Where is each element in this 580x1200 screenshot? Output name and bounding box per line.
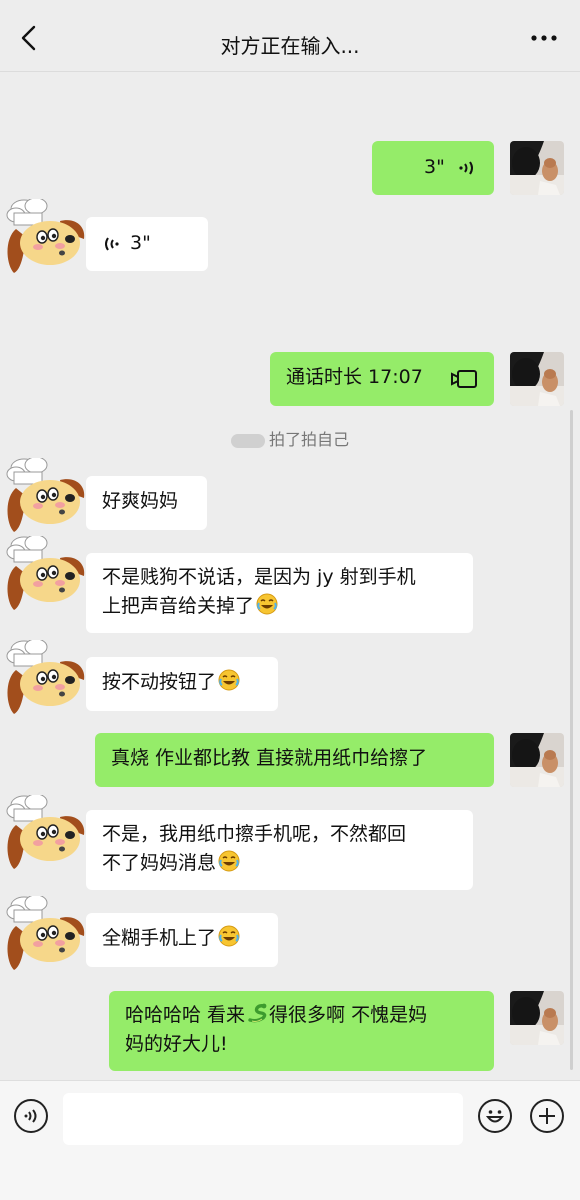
text-message-bubble[interactable]: 真烧 作业都比教 直接就用纸巾给擦了 xyxy=(95,733,494,787)
text-message-bubble[interactable]: 全糊手机上了 xyxy=(86,913,278,967)
system-message: 拍了拍自己 xyxy=(0,426,580,450)
contact-avatar[interactable] xyxy=(2,896,88,982)
self-avatar[interactable] xyxy=(510,141,564,195)
self-avatar[interactable] xyxy=(510,991,564,1045)
voice-duration: 3" xyxy=(130,232,151,254)
contact-avatar[interactable] xyxy=(2,795,88,881)
plus-icon[interactable] xyxy=(530,1099,564,1133)
message-text-line: 哈哈哈哈 看来 xyxy=(125,1004,246,1026)
voice-input-icon[interactable] xyxy=(14,1099,48,1133)
message-text-line: 不是贱狗不说话，是因为 jy 射到手机 xyxy=(102,566,416,588)
voice-wave-icon xyxy=(459,161,473,175)
message-text: 全糊手机上了 xyxy=(102,927,217,949)
message-text: 好爽妈妈 xyxy=(102,490,179,512)
video-call-icon xyxy=(451,370,477,388)
input-toolbar xyxy=(0,1080,580,1200)
text-message-bubble[interactable]: 不是贱狗不说话，是因为 jy 射到手机 上把声音给关掉了 xyxy=(86,553,473,633)
chat-title: 对方正在输入... xyxy=(220,34,360,58)
contact-avatar[interactable] xyxy=(2,199,88,285)
contact-avatar[interactable] xyxy=(2,640,88,726)
text-message-bubble[interactable]: 按不动按钮了 xyxy=(86,657,278,711)
message-text-line: 上把声音给关掉了 xyxy=(102,595,255,617)
laughing-emoji-icon xyxy=(218,850,240,872)
text-message-bubble[interactable]: 不是，我用纸巾擦手机呢，不然都回 不了妈妈消息 xyxy=(86,810,473,890)
voice-wave-icon xyxy=(105,237,119,251)
message-input[interactable] xyxy=(63,1093,463,1145)
scrollbar[interactable] xyxy=(570,410,573,1070)
laughing-emoji-icon xyxy=(218,925,240,947)
self-avatar[interactable] xyxy=(510,352,564,406)
message-text-line: 得很多啊 不愧是妈 xyxy=(269,1004,428,1026)
message-text: 按不动按钮了 xyxy=(102,671,217,693)
smile-icon[interactable] xyxy=(478,1099,512,1133)
message-text: 真烧 作业都比教 直接就用纸巾给擦了 xyxy=(111,747,428,769)
laughing-emoji-icon xyxy=(218,669,240,691)
text-message-bubble[interactable]: 哈哈哈哈 看来 得很多啊 不愧是妈 妈的好大儿! xyxy=(109,991,494,1071)
more-icon[interactable] xyxy=(530,28,558,48)
message-text-line: 不是，我用纸巾擦手机呢，不然都回 xyxy=(102,823,407,845)
snake-emoji-icon xyxy=(248,1003,267,1023)
contact-avatar[interactable] xyxy=(2,536,88,622)
text-message-bubble[interactable]: 好爽妈妈 xyxy=(86,476,207,530)
voice-message-bubble[interactable]: 3" xyxy=(372,141,494,195)
call-record-bubble[interactable]: 通话时长 17:07 xyxy=(270,352,494,406)
voice-duration: 3" xyxy=(424,156,445,178)
call-duration-text: 通话时长 17:07 xyxy=(286,366,423,388)
self-avatar[interactable] xyxy=(510,733,564,787)
message-text-line: 不了妈妈消息 xyxy=(102,852,217,874)
message-text-line: 妈的好大儿! xyxy=(125,1033,228,1055)
laughing-emoji-icon xyxy=(256,593,278,615)
voice-message-bubble[interactable]: 3" xyxy=(86,217,208,271)
blurred-name xyxy=(230,433,265,448)
contact-avatar[interactable] xyxy=(2,458,88,544)
chat-header: 对方正在输入... xyxy=(0,0,580,72)
